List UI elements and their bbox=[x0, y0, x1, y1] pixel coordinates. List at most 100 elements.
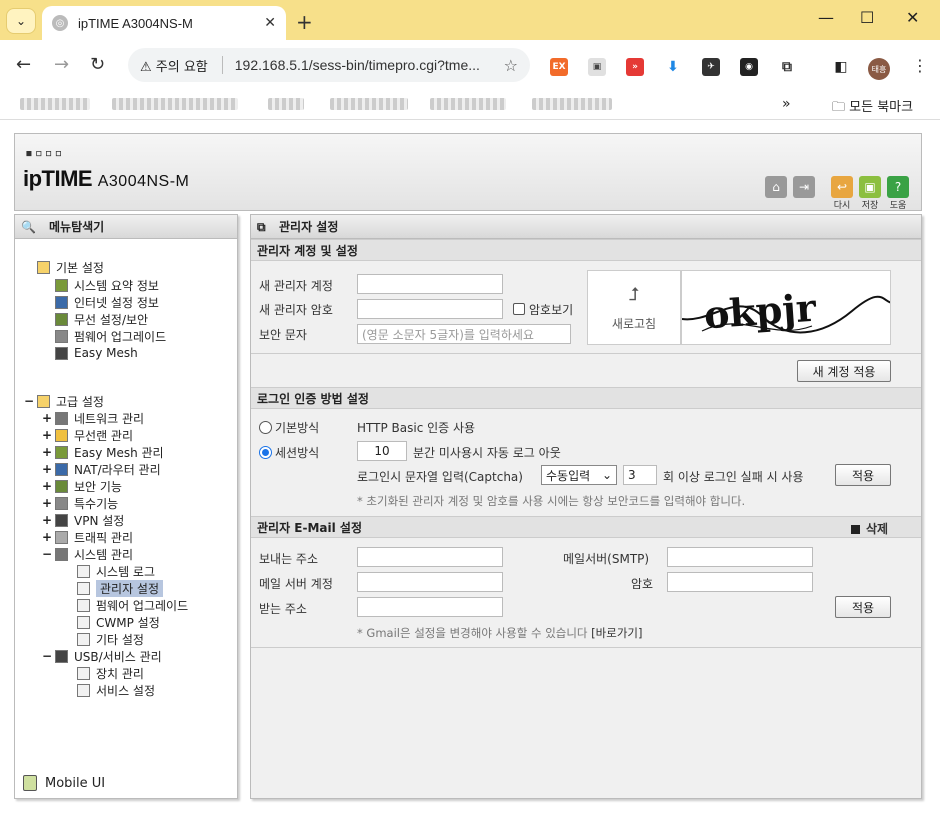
expand-icon[interactable]: + bbox=[41, 445, 53, 459]
new-admin-id-label: 새 관리자 계정 bbox=[259, 279, 333, 293]
apply-new-account-button[interactable]: 새 계정 적용 bbox=[797, 360, 891, 382]
expand-icon[interactable]: + bbox=[41, 428, 53, 442]
email-apply-button[interactable]: 적용 bbox=[835, 596, 891, 618]
session-auth-radio[interactable] bbox=[259, 446, 272, 459]
menu-item[interactable]: 관리자 설정 bbox=[77, 579, 164, 597]
smtp-input[interactable] bbox=[667, 547, 813, 567]
menu-kebab-icon[interactable]: ⋮ bbox=[912, 56, 928, 75]
basic-auth-radio[interactable] bbox=[259, 421, 272, 434]
extension-ex-icon[interactable]: EX bbox=[550, 58, 568, 76]
menu-item[interactable]: 펌웨어 업그레이드 bbox=[55, 328, 166, 344]
bookmark-item[interactable] bbox=[20, 98, 90, 110]
address-bar[interactable]: ⚠ 주의 요함 192.168.5.1/sess-bin/timepro.cgi… bbox=[128, 48, 530, 82]
extension-download-icon[interactable]: ⬇ bbox=[664, 58, 682, 76]
side-panel-icon[interactable]: ◧ bbox=[832, 58, 850, 76]
bookmark-item[interactable] bbox=[532, 98, 612, 110]
save-icon[interactable]: ▣ bbox=[859, 176, 881, 198]
sender-input[interactable] bbox=[357, 547, 503, 567]
profile-avatar[interactable]: 태흥 bbox=[868, 58, 890, 80]
tab-close-icon[interactable]: ✕ bbox=[264, 15, 276, 31]
menu-item[interactable]: + 특수기능 bbox=[41, 495, 118, 511]
bookmark-item[interactable] bbox=[112, 98, 238, 110]
menu-item[interactable]: − 시스템 관리 bbox=[41, 546, 133, 562]
logout-icon[interactable]: ⇥ bbox=[793, 176, 815, 198]
undo-icon[interactable]: ↩ bbox=[831, 176, 853, 198]
collapse-icon[interactable]: − bbox=[41, 649, 53, 663]
new-admin-id-input[interactable] bbox=[357, 274, 503, 294]
bookmark-item[interactable] bbox=[430, 98, 506, 110]
menu-item[interactable]: + 네트워크 관리 bbox=[41, 410, 144, 426]
extension-game-icon[interactable]: ◉ bbox=[740, 58, 758, 76]
menu-item[interactable]: − 고급 설정 bbox=[23, 393, 104, 409]
expand-icon[interactable]: + bbox=[41, 513, 53, 527]
menu-item[interactable]: 기본 설정 bbox=[37, 259, 104, 275]
url-text[interactable]: 192.168.5.1/sess-bin/timepro.cgi?tme... bbox=[235, 57, 504, 73]
menu-item[interactable]: + 무선랜 관리 bbox=[41, 427, 133, 443]
gmail-goto-link[interactable]: [바로가기] bbox=[591, 626, 642, 640]
session-timeout-input[interactable]: 10 bbox=[357, 441, 407, 461]
menu-item[interactable]: 시스템 로그 bbox=[77, 563, 155, 579]
login-apply-button[interactable]: 적용 bbox=[835, 464, 891, 486]
expand-icon[interactable]: + bbox=[41, 530, 53, 544]
extension-forward-icon[interactable]: » bbox=[626, 58, 644, 76]
bookmark-star-icon[interactable]: ☆ bbox=[504, 56, 518, 75]
model-name: A3004NS-M bbox=[97, 173, 190, 190]
show-password-checkbox[interactable] bbox=[513, 303, 525, 315]
receiver-input[interactable] bbox=[357, 597, 503, 617]
show-password-label: 암호보기 bbox=[529, 303, 574, 317]
bookmark-item[interactable] bbox=[330, 98, 408, 110]
menu-item[interactable]: + NAT/라우터 관리 bbox=[41, 461, 161, 477]
back-icon[interactable]: ← bbox=[16, 54, 31, 75]
collapse-icon[interactable]: − bbox=[41, 547, 53, 561]
extension-bird-icon[interactable]: ✈ bbox=[702, 58, 720, 76]
mobile-ui-link[interactable]: Mobile UI bbox=[23, 775, 105, 791]
menu-item[interactable]: − USB/서비스 관리 bbox=[41, 648, 162, 664]
extension-cast-icon[interactable]: ▣ bbox=[588, 58, 606, 76]
menu-item[interactable]: + Easy Mesh 관리 bbox=[41, 444, 164, 460]
security-text-input[interactable]: (영문 소문자 5글자)를 입력하세요 bbox=[357, 324, 571, 344]
tab-search-button[interactable]: ⌄ bbox=[6, 8, 36, 34]
expand-icon[interactable]: + bbox=[41, 496, 53, 510]
email-delete-button[interactable]: 삭제 bbox=[851, 520, 888, 537]
fail-count-input[interactable]: 3 bbox=[623, 465, 657, 485]
all-bookmarks-folder[interactable]: 🗀 모든 북마크 bbox=[832, 96, 913, 120]
mail-account-input[interactable] bbox=[357, 572, 503, 592]
menu-item[interactable]: + 보안 기능 bbox=[41, 478, 122, 494]
forward-icon[interactable]: → bbox=[54, 54, 69, 75]
menu-item[interactable]: + 트래픽 관리 bbox=[41, 529, 133, 545]
home-icon[interactable]: ⌂ bbox=[765, 176, 787, 198]
browser-tab[interactable]: ◎ ipTIME A3004NS-M ✕ bbox=[42, 6, 286, 40]
menu-item[interactable]: 기타 설정 bbox=[77, 631, 144, 647]
expand-icon[interactable]: + bbox=[41, 462, 53, 476]
menu-item[interactable]: 서비스 설정 bbox=[77, 682, 155, 698]
collapse-icon[interactable]: − bbox=[23, 394, 35, 408]
captcha-refresh-button[interactable]: ⮥ 새로고침 bbox=[587, 270, 681, 345]
menu-item[interactable]: 펌웨어 업그레이드 bbox=[77, 597, 188, 613]
bookmark-item[interactable] bbox=[268, 98, 304, 110]
reload-icon[interactable]: ↻ bbox=[90, 54, 105, 75]
expand-icon[interactable]: + bbox=[41, 411, 53, 425]
help-icon[interactable]: ? bbox=[887, 176, 909, 198]
extensions-puzzle-icon[interactable]: ⧉ bbox=[778, 58, 796, 76]
window-close-icon[interactable]: ✕ bbox=[906, 8, 919, 27]
mail-password-input[interactable] bbox=[667, 572, 813, 592]
minimize-icon[interactable]: — bbox=[818, 8, 834, 27]
maximize-icon[interactable]: ☐ bbox=[860, 8, 874, 27]
menu-item[interactable]: 인터넷 설정 정보 bbox=[55, 294, 159, 310]
menu-item[interactable]: 무선 설정/보안 bbox=[55, 311, 148, 327]
new-admin-pw-input[interactable] bbox=[357, 299, 503, 319]
captcha-mode-select[interactable]: 수동입력 ⌄ bbox=[541, 465, 617, 485]
smtp-label: 메일서버(SMTP) bbox=[563, 552, 650, 566]
menu-item[interactable]: 시스템 요약 정보 bbox=[55, 277, 159, 293]
menu-item[interactable]: 장치 관리 bbox=[77, 665, 144, 681]
menu-item[interactable]: Easy Mesh bbox=[55, 345, 138, 361]
bookmarks-more[interactable]: » bbox=[782, 96, 791, 112]
expand-icon[interactable]: + bbox=[41, 479, 53, 493]
login-section-header: 로그인 인증 방법 설정 bbox=[251, 387, 921, 409]
menu-item[interactable]: + VPN 설정 bbox=[41, 512, 124, 528]
new-tab-button[interactable]: + bbox=[296, 10, 313, 34]
menu-item[interactable]: CWMP 설정 bbox=[77, 614, 160, 630]
security-warning[interactable]: ⚠ 주의 요함 bbox=[140, 56, 208, 75]
captcha-text: okpjr bbox=[703, 285, 819, 338]
all-bookmarks-label: 모든 북마크 bbox=[849, 100, 914, 115]
